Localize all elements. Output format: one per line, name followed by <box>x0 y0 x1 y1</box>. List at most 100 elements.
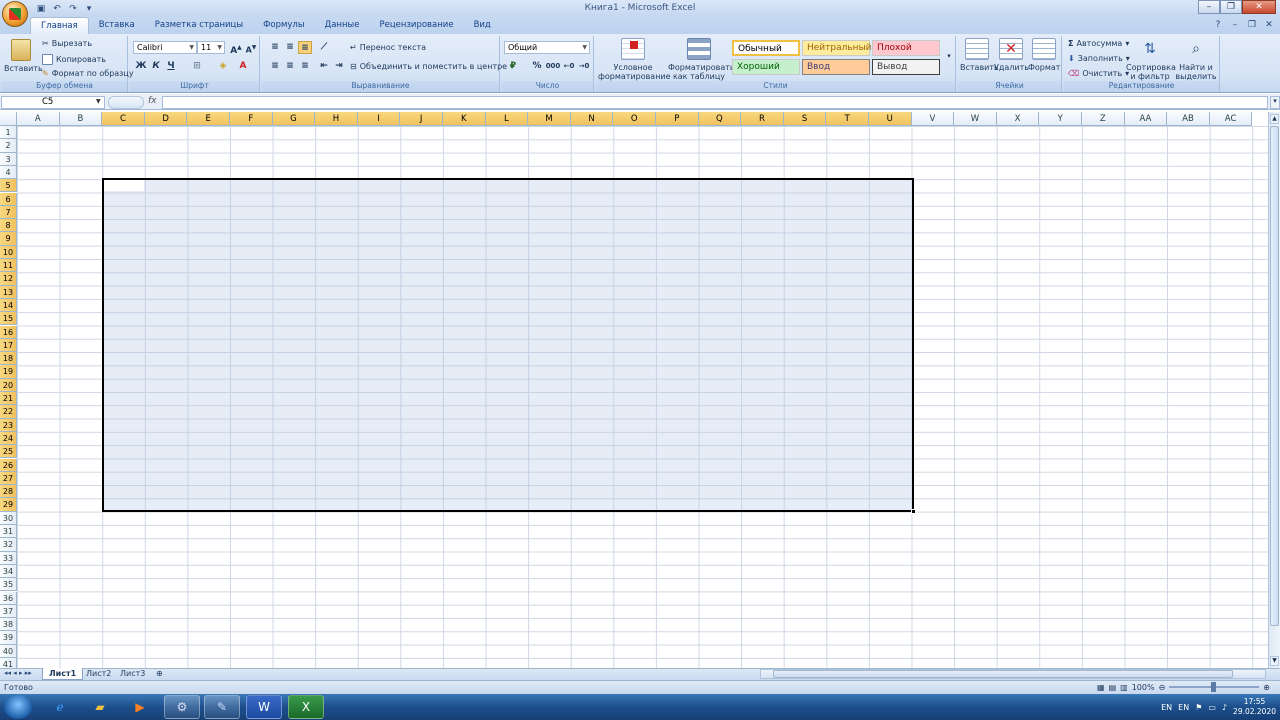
cut-button[interactable]: ✂ Вырезать <box>42 39 92 48</box>
row-header-39[interactable]: 39 <box>0 631 17 645</box>
delete-cells-button[interactable]: ✕ Удалить <box>994 38 1029 72</box>
row-header-40[interactable]: 40 <box>0 644 17 658</box>
word-icon[interactable]: W <box>246 695 282 719</box>
currency-icon[interactable]: ₽ <box>506 60 520 73</box>
sheet-tab-2[interactable]: Лист2 <box>80 668 117 680</box>
restore-workbook-icon[interactable]: ❐ <box>1245 18 1259 31</box>
column-header-H[interactable]: H <box>315 112 358 126</box>
sort-filter-button[interactable]: ⇅ Сортировка и фильтр <box>1126 38 1176 81</box>
row-header-11[interactable]: 11 <box>0 259 17 273</box>
align-middle-icon[interactable]: ≡ <box>283 41 297 54</box>
row-header-24[interactable]: 24 <box>0 431 17 446</box>
style-bad[interactable]: Плохой <box>872 40 940 56</box>
autosum-button[interactable]: Σ Автосумма ▾ <box>1068 39 1129 48</box>
tab-view[interactable]: Вид <box>464 17 501 34</box>
scroll-down-icon[interactable]: ▼ <box>1270 656 1279 666</box>
row-header-4[interactable]: 4 <box>0 165 17 180</box>
sheet-tab-1[interactable]: Лист1 <box>42 668 84 680</box>
merge-center-button[interactable]: ⊟ Объединить и поместить в центре ▾ <box>350 62 514 71</box>
row-header-10[interactable]: 10 <box>0 245 17 259</box>
column-header-N[interactable]: N <box>570 112 614 126</box>
increase-indent-icon[interactable]: ⇥ <box>332 60 346 73</box>
column-header-P[interactable]: P <box>656 112 699 126</box>
control-panel-icon[interactable]: ⚙ <box>164 695 200 719</box>
tab-data[interactable]: Данные <box>315 17 370 34</box>
align-bottom-icon[interactable]: ≡ <box>298 41 312 54</box>
column-header-M[interactable]: M <box>528 112 571 126</box>
font-size-combo[interactable]: 11 ▼ <box>197 41 225 54</box>
conditional-format-button[interactable]: Условное форматирование <box>598 38 671 81</box>
row-header-17[interactable]: 17 <box>0 338 17 353</box>
tab-page-layout[interactable]: Разметка страницы <box>145 17 253 34</box>
tool-icon[interactable]: ✎ <box>204 695 240 719</box>
tab-insert[interactable]: Вставка <box>89 17 145 34</box>
row-header-34[interactable]: 34 <box>0 564 17 579</box>
tab-formulas[interactable]: Формулы <box>253 17 315 34</box>
vertical-scroll-thumb[interactable] <box>1270 126 1279 626</box>
row-header-28[interactable]: 28 <box>0 485 17 499</box>
row-header-13[interactable]: 13 <box>0 285 17 299</box>
row-header-7[interactable]: 7 <box>0 205 17 220</box>
orientation-icon[interactable]: ⟋ <box>317 41 331 54</box>
horizontal-scrollbar[interactable] <box>760 669 1266 679</box>
close-workbook-icon[interactable]: ✕ <box>1262 18 1276 31</box>
column-header-K[interactable]: K <box>443 112 486 126</box>
column-header-X[interactable]: X <box>996 112 1040 126</box>
row-header-2[interactable]: 2 <box>0 139 17 153</box>
language-indicator[interactable]: EN <box>1161 703 1172 712</box>
decrease-indent-icon[interactable]: ⇤ <box>317 60 331 73</box>
help-icon[interactable]: ? <box>1211 18 1225 31</box>
font-color-icon[interactable]: A <box>236 60 250 73</box>
column-header-A[interactable]: A <box>17 112 60 126</box>
column-header-U[interactable]: U <box>869 112 912 126</box>
clock[interactable]: 17:55 29.02.2020 <box>1233 697 1276 717</box>
column-header-AB[interactable]: AB <box>1167 112 1210 126</box>
minimize-button[interactable]: – <box>1198 0 1220 14</box>
styles-more-icon[interactable]: ▾ <box>942 50 956 63</box>
row-header-27[interactable]: 27 <box>0 471 17 486</box>
column-header-Z[interactable]: Z <box>1082 112 1125 126</box>
language-indicator-2[interactable]: EN <box>1178 703 1189 712</box>
page-break-view-icon[interactable]: ▥ <box>1120 683 1128 692</box>
column-header-G[interactable]: G <box>272 112 316 126</box>
row-header-9[interactable]: 9 <box>0 232 17 246</box>
row-header-33[interactable]: 33 <box>0 551 17 565</box>
tab-review[interactable]: Рецензирование <box>369 17 463 34</box>
row-header-8[interactable]: 8 <box>0 219 17 233</box>
decrease-decimal-icon[interactable]: →0 <box>577 60 591 73</box>
insert-function-button[interactable]: fx <box>148 96 157 106</box>
column-header-R[interactable]: R <box>741 112 784 126</box>
row-header-30[interactable]: 30 <box>0 511 17 525</box>
row-header-6[interactable]: 6 <box>0 192 17 206</box>
percent-button[interactable]: % <box>530 60 544 73</box>
tab-home[interactable]: Главная <box>30 17 89 34</box>
start-button[interactable] <box>4 695 32 719</box>
minimize-workbook-icon[interactable]: – <box>1228 18 1242 31</box>
row-header-29[interactable]: 29 <box>0 498 17 512</box>
volume-icon[interactable]: ♪ <box>1222 703 1227 712</box>
explorer-icon[interactable]: ▰ <box>82 695 118 719</box>
zoom-slider[interactable] <box>1169 682 1260 692</box>
row-header-38[interactable]: 38 <box>0 618 17 632</box>
row-header-36[interactable]: 36 <box>0 591 17 605</box>
column-header-W[interactable]: W <box>954 112 997 126</box>
page-layout-view-icon[interactable]: ▤ <box>1109 683 1117 692</box>
fill-color-icon[interactable]: ◈ <box>216 60 230 73</box>
column-header-T[interactable]: T <box>826 112 869 126</box>
name-box-dropdown-icon[interactable]: ▼ <box>96 98 101 105</box>
sheet-tab-3[interactable]: Лист3 <box>114 668 151 680</box>
zoom-out-icon[interactable]: ⊖ <box>1159 683 1166 692</box>
zoom-in-icon[interactable]: ⊕ <box>1263 683 1270 692</box>
ie-icon[interactable]: ℯ <box>42 695 78 719</box>
expand-formula-bar-icon[interactable]: ▾ <box>1270 96 1280 109</box>
active-cell[interactable] <box>104 180 144 191</box>
column-header-J[interactable]: J <box>400 112 443 126</box>
column-header-O[interactable]: O <box>613 112 656 126</box>
column-header-Y[interactable]: Y <box>1039 112 1082 126</box>
row-header-20[interactable]: 20 <box>0 378 17 392</box>
italic-button[interactable]: К <box>149 60 163 73</box>
column-header-AA[interactable]: AA <box>1124 112 1168 126</box>
increase-decimal-icon[interactable]: ←0 <box>562 60 576 73</box>
horizontal-scroll-thumb[interactable] <box>773 670 1233 678</box>
borders-icon[interactable]: ⊞ <box>190 60 204 73</box>
